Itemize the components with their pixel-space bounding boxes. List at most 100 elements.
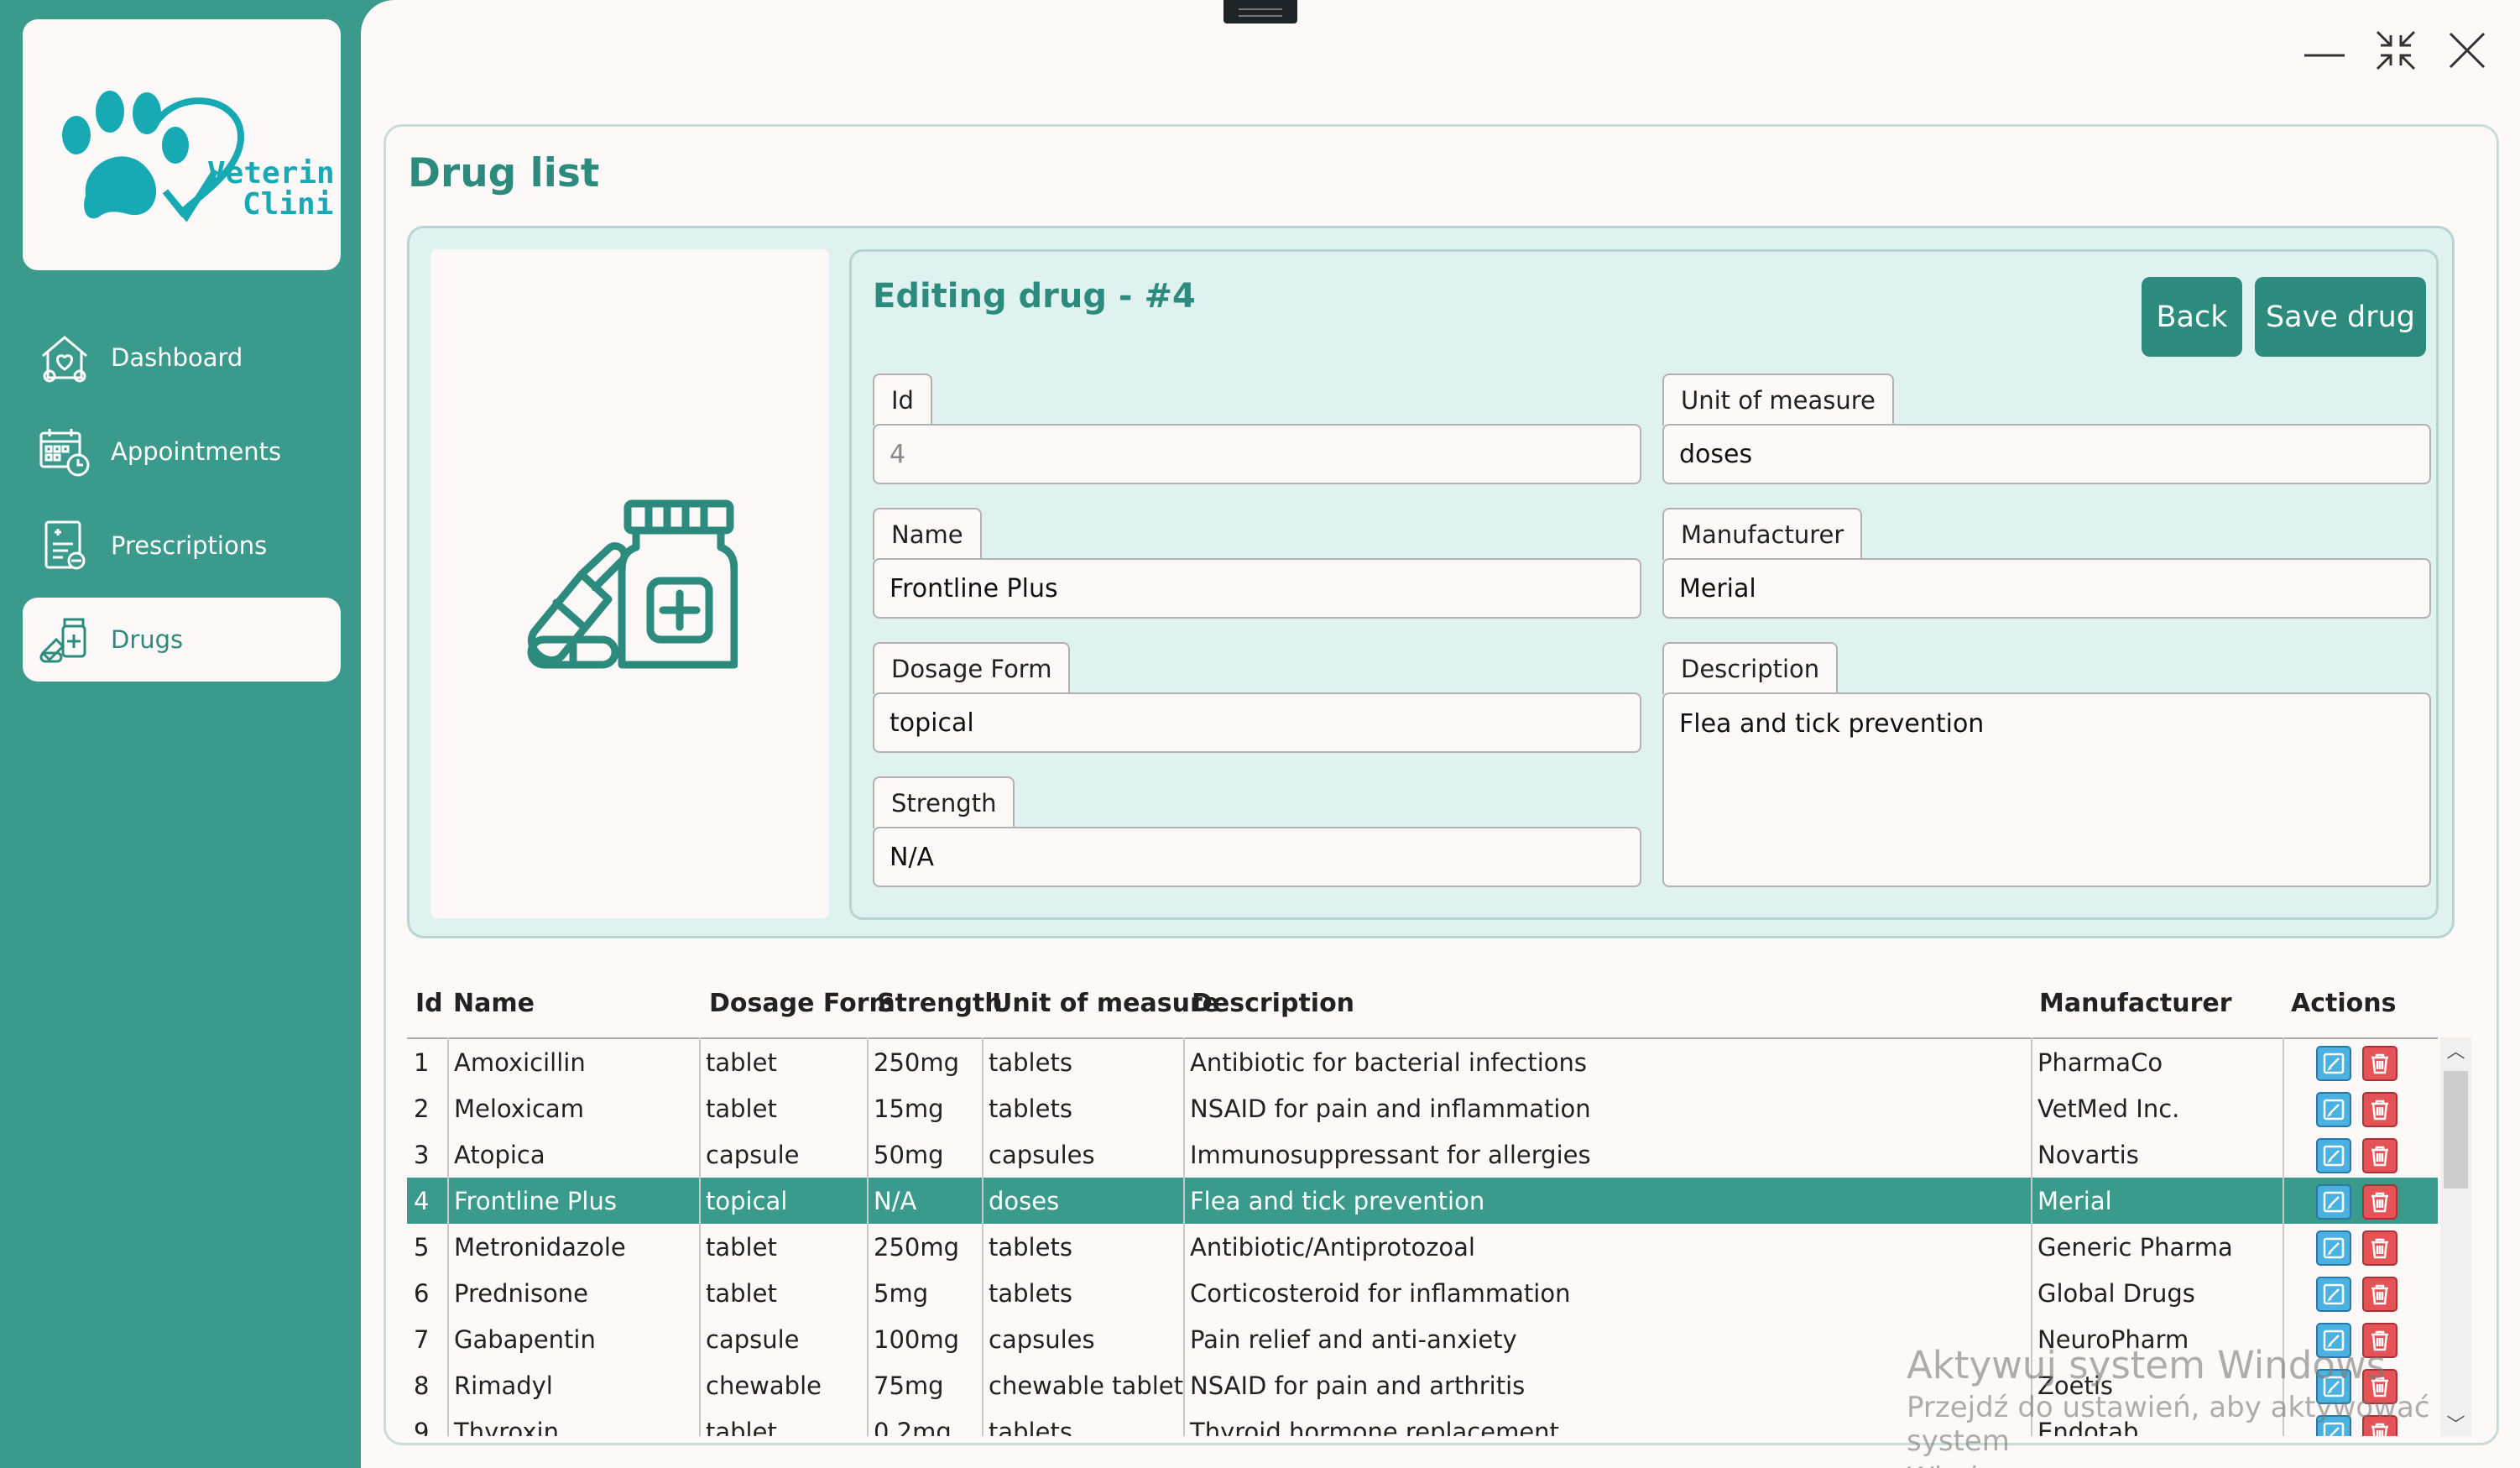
sidebar-item-label: Dashboard bbox=[111, 343, 243, 372]
watermark-title: Aktywuj system Windows bbox=[1907, 1343, 2387, 1387]
table-row[interactable]: 1 Amoxicillin tablet 250mg tablets Antibiotic… bbox=[407, 1039, 2438, 1085]
field-label: Strength bbox=[873, 776, 1015, 828]
minimize-icon[interactable] bbox=[2299, 25, 2350, 76]
save-drug-button[interactable]: Save drug bbox=[2255, 277, 2426, 357]
watermark-text: Windows. bbox=[1907, 1461, 2520, 1468]
table-cell: Amoxicillin bbox=[454, 1047, 586, 1077]
drag-handle[interactable] bbox=[1223, 0, 1297, 24]
trash-icon[interactable] bbox=[2362, 1046, 2397, 1081]
column-header-dosage-form[interactable]: Dosage Form bbox=[709, 989, 895, 1018]
table-cell: Gabapentin bbox=[454, 1324, 596, 1354]
table-cell: N/A bbox=[874, 1186, 917, 1215]
table-cell: 250mg bbox=[874, 1047, 960, 1077]
drug-image bbox=[430, 249, 829, 918]
trash-icon[interactable] bbox=[2362, 1138, 2397, 1173]
table-row[interactable]: 6 Prednisone tablet 5mg tablets Corticosteroi… bbox=[407, 1270, 2438, 1316]
id-input[interactable]: 4 bbox=[873, 424, 1641, 484]
table-cell: 5 bbox=[414, 1232, 430, 1262]
column-header-strength[interactable]: Strength bbox=[877, 989, 1003, 1018]
sidebar-item-label: Appointments bbox=[111, 437, 282, 466]
table-cell: Generic Pharma bbox=[2037, 1232, 2233, 1262]
scroll-thumb[interactable] bbox=[2444, 1071, 2468, 1189]
trash-icon[interactable] bbox=[2362, 1184, 2397, 1220]
table-row[interactable]: 3 Atopica capsule 50mg capsules Immunosuppres… bbox=[407, 1131, 2438, 1178]
sidebar-item-label: Prescriptions bbox=[111, 531, 268, 560]
trash-icon[interactable] bbox=[2362, 1230, 2397, 1266]
table-cell: Prednisone bbox=[454, 1278, 589, 1308]
table-cell: capsules bbox=[989, 1324, 1095, 1354]
description-field: Description Flea and tick prevention bbox=[1662, 642, 2431, 890]
table-cell: tablets bbox=[989, 1047, 1072, 1077]
strength-field: Strength N/A bbox=[873, 776, 1641, 890]
column-header-manufacturer[interactable]: Manufacturer bbox=[2039, 989, 2232, 1018]
edit-icon[interactable] bbox=[2316, 1230, 2351, 1266]
id-field: Id 4 bbox=[873, 374, 1641, 487]
column-header-unit[interactable]: Unit of measure bbox=[992, 989, 1219, 1018]
table-cell: tablet bbox=[706, 1278, 777, 1308]
edit-icon[interactable] bbox=[2316, 1277, 2351, 1312]
table-cell: 8 bbox=[414, 1371, 430, 1400]
description-textarea[interactable]: Flea and tick prevention bbox=[1662, 692, 2431, 887]
field-label: Manufacturer bbox=[1662, 508, 1863, 560]
table-cell: Antibiotic for bacterial infections bbox=[1190, 1047, 1587, 1077]
table-cell: chewable tablets bbox=[989, 1371, 1183, 1400]
table-header: Id Name Dosage Form Strength Unit of mea… bbox=[407, 970, 2467, 1037]
table-cell: Global Drugs bbox=[2037, 1278, 2195, 1308]
sidebar-item-label: Drugs bbox=[111, 625, 184, 654]
column-header-name[interactable]: Name bbox=[453, 989, 535, 1018]
sidebar-item-drugs[interactable]: Drugs bbox=[23, 598, 341, 682]
restore-icon[interactable] bbox=[2371, 25, 2421, 76]
table-cell: doses bbox=[989, 1186, 1060, 1215]
field-label: Id bbox=[873, 374, 932, 426]
close-icon[interactable] bbox=[2442, 25, 2492, 76]
logo-text-line2: Clinic bbox=[243, 187, 333, 222]
table-cell: Atopica bbox=[454, 1140, 545, 1169]
table-cell: NSAID for pain and arthritis bbox=[1190, 1371, 1526, 1400]
sidebar-item-appointments[interactable]: Appointments bbox=[23, 410, 341, 494]
manufacturer-input[interactable]: Merial bbox=[1662, 558, 2431, 619]
trash-icon[interactable] bbox=[2362, 1277, 2397, 1312]
table-row[interactable]: 2 Meloxicam tablet 15mg tablets NSAID for pai… bbox=[407, 1085, 2438, 1131]
strength-input[interactable]: N/A bbox=[873, 827, 1641, 887]
drug-list-panel: Drug list Editing drug - #4 Back Save dr… bbox=[383, 124, 2499, 1445]
table-cell: tablet bbox=[706, 1094, 777, 1123]
table-cell: 15mg bbox=[874, 1094, 944, 1123]
table-cell: capsules bbox=[989, 1140, 1095, 1169]
field-label: Unit of measure bbox=[1662, 374, 1894, 426]
column-header-description[interactable]: Description bbox=[1192, 989, 1354, 1018]
sidebar-item-prescriptions[interactable]: Prescriptions bbox=[23, 504, 341, 588]
table-cell: tablets bbox=[989, 1232, 1072, 1262]
table-cell: 3 bbox=[414, 1140, 430, 1169]
table-cell: Thyroid hormone replacement bbox=[1190, 1417, 1559, 1437]
table-cell: NSAID for pain and inflammation bbox=[1190, 1094, 1591, 1123]
table-row[interactable]: 5 Metronidazole tablet 250mg tablets Antibiot… bbox=[407, 1224, 2438, 1270]
windows-activation-watermark: Aktywuj system Windows Przejdź do ustawi… bbox=[1907, 1343, 2520, 1468]
field-label: Dosage Form bbox=[873, 642, 1071, 694]
dosage-form-input[interactable]: topical bbox=[873, 692, 1641, 753]
table-cell: tablets bbox=[989, 1278, 1072, 1308]
watermark-text: Przejdź do ustawień, aby aktywować syste… bbox=[1907, 1391, 2430, 1458]
table-cell: 250mg bbox=[874, 1232, 960, 1262]
table-row[interactable]: 4 Frontline Plus topical N/A doses Flea and t… bbox=[407, 1178, 2438, 1224]
calendar-clock-icon bbox=[35, 422, 94, 481]
table-cell: 7 bbox=[414, 1324, 430, 1354]
edit-icon[interactable] bbox=[2316, 1138, 2351, 1173]
column-header-id[interactable]: Id bbox=[415, 989, 443, 1018]
table-cell: Flea and tick prevention bbox=[1190, 1186, 1485, 1215]
table-cell: 50mg bbox=[874, 1140, 944, 1169]
sidebar-item-dashboard[interactable]: Dashboard bbox=[23, 316, 341, 400]
table-cell: VetMed Inc. bbox=[2037, 1094, 2180, 1123]
table-cell: 75mg bbox=[874, 1371, 944, 1400]
unit-input[interactable]: doses bbox=[1662, 424, 2431, 484]
table-cell: tablets bbox=[989, 1417, 1072, 1437]
trash-icon[interactable] bbox=[2362, 1092, 2397, 1127]
table-cell: tablets bbox=[989, 1094, 1072, 1123]
scroll-up-icon[interactable]: ︿ bbox=[2440, 1037, 2471, 1063]
back-button[interactable]: Back bbox=[2142, 277, 2242, 357]
edit-icon[interactable] bbox=[2316, 1184, 2351, 1220]
column-header-actions: Actions bbox=[2291, 989, 2397, 1018]
edit-icon[interactable] bbox=[2316, 1046, 2351, 1081]
table-cell: tablet bbox=[706, 1047, 777, 1077]
edit-icon[interactable] bbox=[2316, 1092, 2351, 1127]
name-input[interactable]: Frontline Plus bbox=[873, 558, 1641, 619]
